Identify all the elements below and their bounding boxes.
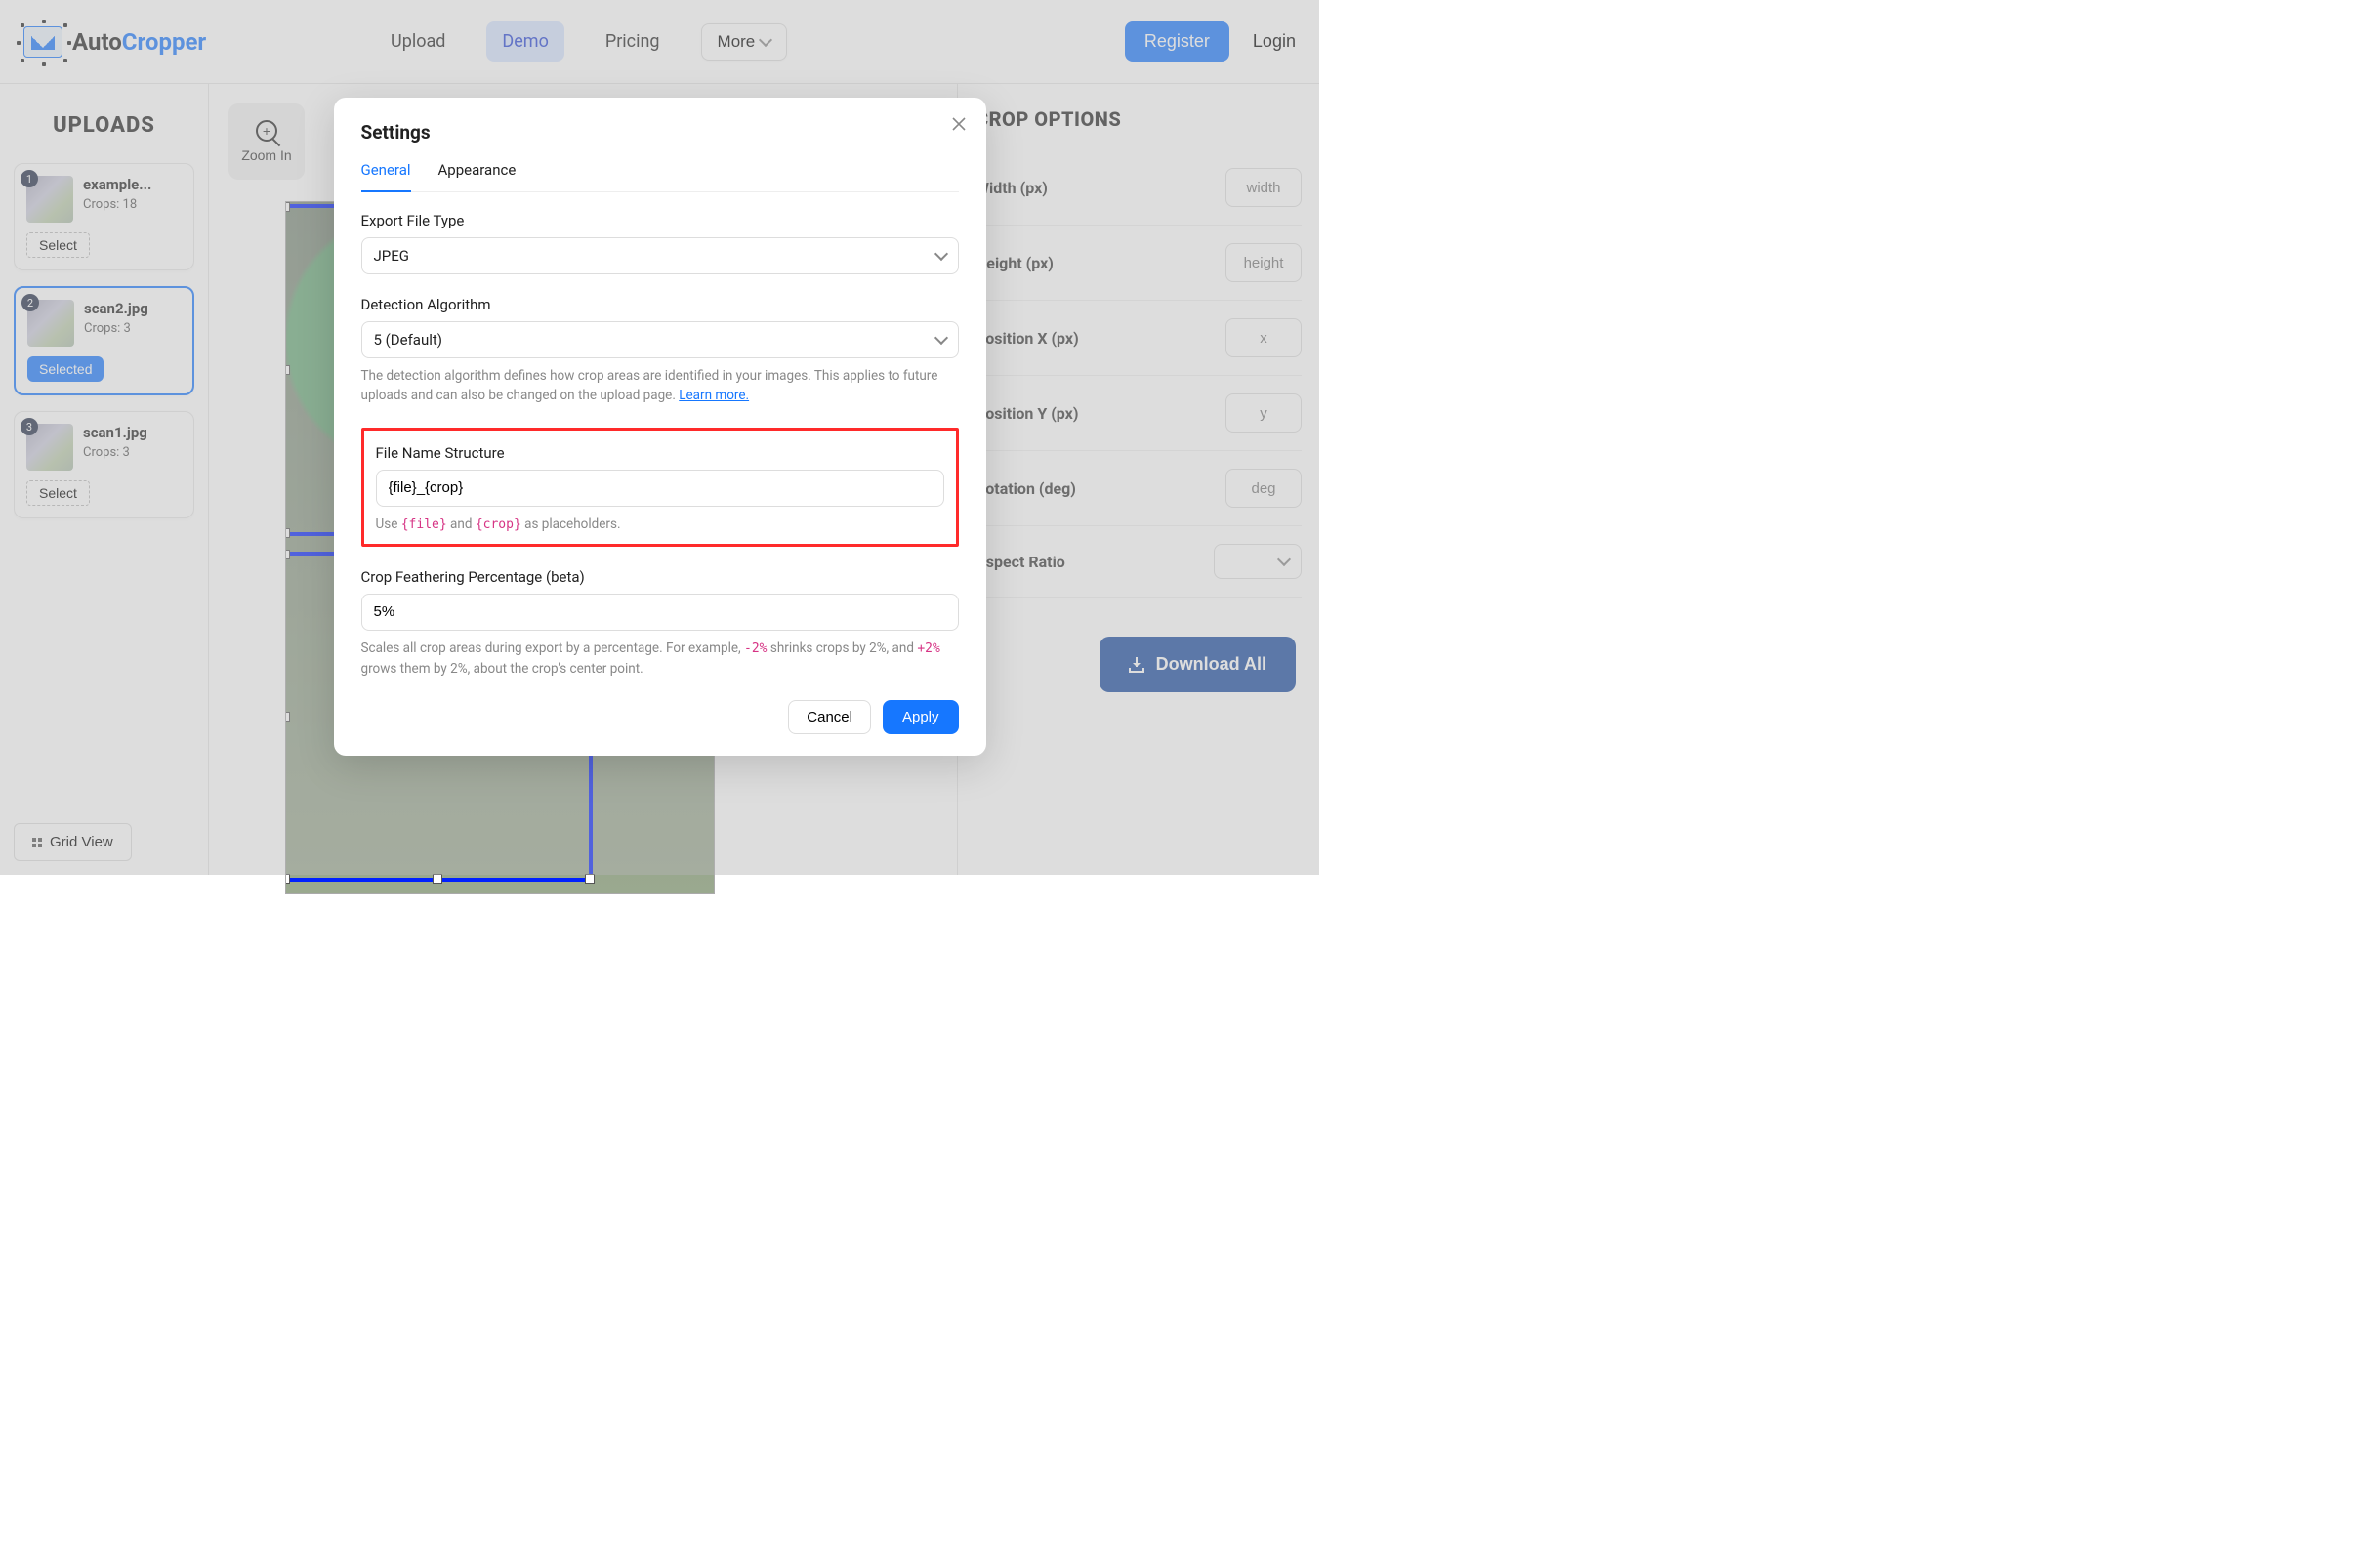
feather-label: Crop Feathering Percentage (beta) <box>361 568 959 586</box>
detection-value: 5 (Default) <box>374 331 443 349</box>
cancel-button[interactable]: Cancel <box>788 700 871 734</box>
tab-appearance[interactable]: Appearance <box>438 161 517 191</box>
close-button[interactable] <box>949 115 969 135</box>
chevron-down-icon <box>934 247 947 261</box>
learn-more-link[interactable]: Learn more. <box>679 388 749 403</box>
detection-help: The detection algorithm defines how crop… <box>361 366 959 406</box>
filename-help: Use {file} and {crop} as placeholders. <box>376 515 944 535</box>
filename-structure-highlight: File Name Structure Use {file} and {crop… <box>361 428 959 548</box>
feather-help: Scales all crop areas during export by a… <box>361 639 959 679</box>
close-icon <box>951 116 967 132</box>
resize-handle[interactable] <box>285 874 290 884</box>
filename-label: File Name Structure <box>376 444 944 462</box>
export-type-value: JPEG <box>374 247 409 265</box>
apply-button[interactable]: Apply <box>883 700 959 734</box>
resize-handle[interactable] <box>585 874 595 884</box>
detection-algorithm-select[interactable]: 5 (Default) <box>361 321 959 358</box>
modal-title: Settings <box>361 121 959 144</box>
export-type-label: Export File Type <box>361 212 959 229</box>
export-type-select[interactable]: JPEG <box>361 237 959 274</box>
detection-label: Detection Algorithm <box>361 296 959 313</box>
filename-structure-input[interactable] <box>376 470 944 507</box>
settings-tabs: General Appearance <box>361 161 959 192</box>
tab-general[interactable]: General <box>361 161 411 192</box>
modal-overlay[interactable]: Settings General Appearance Export File … <box>0 0 1319 875</box>
chevron-down-icon <box>934 331 947 345</box>
settings-modal: Settings General Appearance Export File … <box>334 98 986 756</box>
resize-handle[interactable] <box>433 874 442 884</box>
feather-percentage-input[interactable] <box>361 594 959 631</box>
